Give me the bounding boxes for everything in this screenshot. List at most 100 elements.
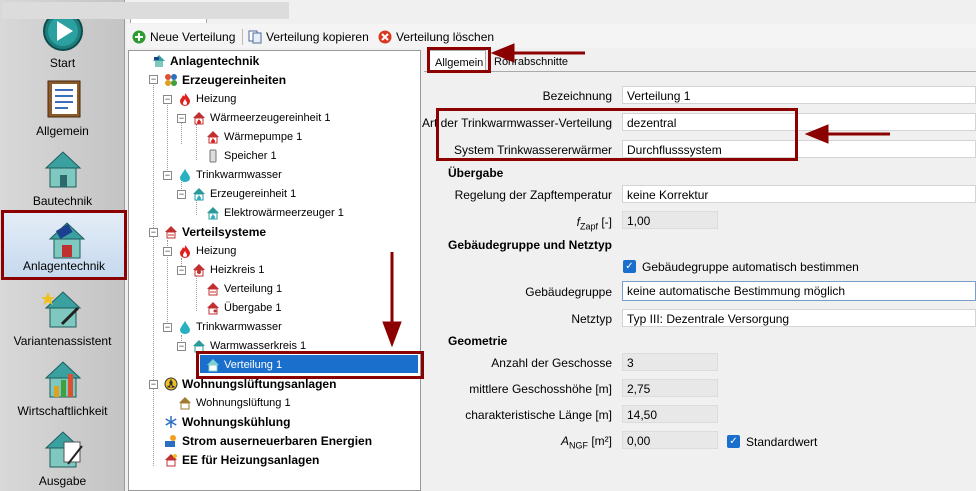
nav-label: Anlagentechnik	[22, 259, 106, 273]
generator-icon	[165, 74, 177, 86]
water-house-icon	[193, 188, 205, 201]
tree-node-label: Heizung	[196, 245, 237, 257]
left-navigation: Start Allgemein Bautechnik Anlagentechni…	[0, 0, 127, 491]
tree-node-verteilsysteme[interactable]: Verteilsysteme	[164, 223, 266, 241]
nav-allgemein[interactable]: Allgemein	[0, 72, 125, 142]
toolbar-separator	[242, 29, 243, 45]
tree-node-strom-ee[interactable]: Strom auserneuerbaren Energien	[164, 432, 372, 450]
heat-circuit-icon	[193, 264, 205, 277]
tree-node-waermeerzeugereinheit[interactable]: Wärmeerzeugereinheit 1	[192, 109, 330, 127]
nav-label: Allgemein	[36, 124, 89, 138]
heat-house-icon	[193, 112, 205, 125]
auto-gebaeudegruppe-checkbox[interactable]: ✓	[623, 260, 636, 273]
collapse-toggle[interactable]: −	[177, 190, 186, 199]
collapse-toggle[interactable]: −	[163, 323, 172, 332]
distribution-house-icon	[207, 283, 219, 296]
water-drop-icon	[180, 321, 190, 334]
tab-rohrabschnitte[interactable]: Rohrabschnitte	[488, 50, 574, 72]
tree-node-label: Übergabe 1	[224, 302, 282, 314]
collapse-toggle[interactable]: −	[163, 95, 172, 104]
tree-node-label: EE für Heizungsanlagen	[182, 453, 320, 467]
tree-line	[196, 276, 197, 311]
tree-node-anlagentechnik[interactable]: Anlagentechnik	[152, 52, 259, 70]
nav-wirtschaftlichkeit[interactable]: Wirtschaftlichkeit	[0, 352, 125, 422]
copy-icon	[248, 30, 262, 44]
snowflake-icon	[165, 416, 177, 428]
tree-node-label: Wärmeerzeugereinheit 1	[210, 112, 331, 124]
tree-node-waermepumpe[interactable]: Wärmepumpe 1	[206, 128, 302, 146]
tree-line	[196, 124, 197, 160]
tree-node-speicher[interactable]: Speicher 1	[206, 147, 277, 165]
section-gebaeudegruppe: Gebäudegruppe und Netztyp	[448, 238, 613, 252]
house-icon	[44, 151, 82, 188]
angf-label: ANGF [m²]	[560, 434, 612, 451]
regelung-field[interactable]: keine Korrektur	[622, 185, 976, 203]
collapse-toggle[interactable]: −	[149, 380, 158, 389]
nav-ausgabe[interactable]: Ausgabe	[0, 422, 125, 491]
nav-anlagentechnik[interactable]: Anlagentechnik	[1, 210, 127, 280]
tree-node-label: Wohnungslüftungsanlagen	[182, 377, 337, 391]
auto-gebaeudegruppe-label: Gebäudegruppe automatisch bestimmen	[642, 260, 859, 274]
tree-node-erzeugereinheit[interactable]: Erzeugereinheit 1	[192, 185, 296, 203]
nav-label: Bautechnik	[32, 194, 93, 208]
new-distribution-button[interactable]: Neue Verteilung	[132, 28, 235, 46]
collapse-toggle[interactable]: −	[163, 171, 172, 180]
tree-line	[181, 120, 182, 144]
bezeichnung-field[interactable]: Verteilung 1	[622, 86, 976, 104]
renewable-heat-icon	[165, 454, 177, 467]
tree-node-label: Heizung	[196, 93, 237, 105]
tree-node-label: Trinkwarmwasser	[196, 169, 282, 181]
tab-annotation-box	[427, 47, 491, 73]
netztyp-field[interactable]: Typ III: Dezentrale Versorgung	[622, 309, 976, 327]
copy-distribution-button[interactable]: Verteilung kopieren	[248, 28, 369, 46]
flame-icon	[180, 245, 190, 258]
geschosse-field[interactable]: 3	[622, 353, 718, 371]
netztyp-label: Netztyp	[571, 312, 612, 326]
collapse-toggle[interactable]: −	[149, 75, 158, 84]
tree-node-ee-heizung[interactable]: EE für Heizungsanlagen	[164, 451, 319, 469]
tree-node-heizung-verteil[interactable]: Heizung	[178, 242, 236, 260]
tree-node-uebergabe[interactable]: Übergabe 1	[206, 299, 282, 317]
collapse-toggle[interactable]: −	[149, 228, 158, 237]
tree-node-trinkwarmwasser-verteil[interactable]: Trinkwarmwasser	[178, 318, 282, 336]
collapse-toggle[interactable]: −	[177, 266, 186, 275]
laenge-field[interactable]: 14,50	[622, 405, 718, 423]
tree-node-erzeugereinheiten[interactable]: Erzeugereinheiten	[164, 71, 286, 89]
collapse-toggle[interactable]: −	[177, 342, 186, 351]
tree-node-label: Wohnungslüftung 1	[196, 397, 291, 409]
tree-node-label: Wohnungskühlung	[182, 415, 291, 429]
collapse-toggle[interactable]: −	[177, 114, 186, 123]
fields-annotation-box	[436, 108, 798, 161]
nav-label: Variantenassistent	[13, 334, 112, 348]
gebaeudegruppe-label: Gebäudegruppe	[525, 285, 612, 299]
tree-node-wohnungslueftungsanlagen[interactable]: Wohnungslüftungsanlagen	[164, 375, 336, 393]
standardwert-checkbox[interactable]: ✓	[727, 435, 740, 448]
delete-distribution-label: Verteilung löschen	[396, 30, 495, 44]
hoehe-field[interactable]: 2,75	[622, 379, 718, 397]
nav-bautechnik[interactable]: Bautechnik	[0, 142, 125, 212]
tree-node-heizkreis[interactable]: Heizkreis 1	[192, 261, 264, 279]
tree-node-wohnungslueftung[interactable]: Wohnungslüftung 1	[178, 394, 291, 412]
fzapf-field[interactable]: 1,00	[622, 211, 718, 229]
tree-node-wohnungskuehlung[interactable]: Wohnungskühlung	[164, 413, 290, 431]
nav-variantenassistent[interactable]: Variantenassistent	[0, 282, 125, 352]
section-uebergabe: Übergabe	[448, 166, 504, 180]
tree-node-elektrowaermeerzeuger[interactable]: Elektrowärmeerzeuger 1	[206, 204, 344, 222]
regelung-label: Regelung der Zapftemperatur	[454, 188, 612, 202]
gebaeudegruppe-select[interactable]: keine automatische Bestimmung möglich	[622, 281, 976, 301]
angf-field[interactable]: 0,00	[622, 431, 718, 449]
tree-node-label: Verteilung 1	[224, 283, 283, 295]
detail-tabs: Allgemein Rohrabschnitte	[424, 50, 976, 72]
flame-icon	[180, 93, 190, 106]
tree-node-label: Speicher 1	[224, 150, 277, 162]
nav-label: Wirtschaftlichkeit	[17, 404, 108, 418]
delete-distribution-button[interactable]: Verteilung löschen	[378, 28, 494, 46]
collapse-toggle[interactable]: −	[163, 247, 172, 256]
water-drop-icon	[180, 169, 190, 182]
laenge-label: charakteristische Länge [m]	[465, 408, 612, 422]
ventilation-icon	[164, 377, 178, 391]
tree-node-verteilung-heiz[interactable]: Verteilung 1	[206, 280, 282, 298]
tree-node-label: Elektrowärmeerzeuger 1	[224, 207, 344, 219]
tree-node-trinkwarmwasser[interactable]: Trinkwarmwasser	[178, 166, 282, 184]
tree-node-heizung[interactable]: Heizung	[178, 90, 236, 108]
